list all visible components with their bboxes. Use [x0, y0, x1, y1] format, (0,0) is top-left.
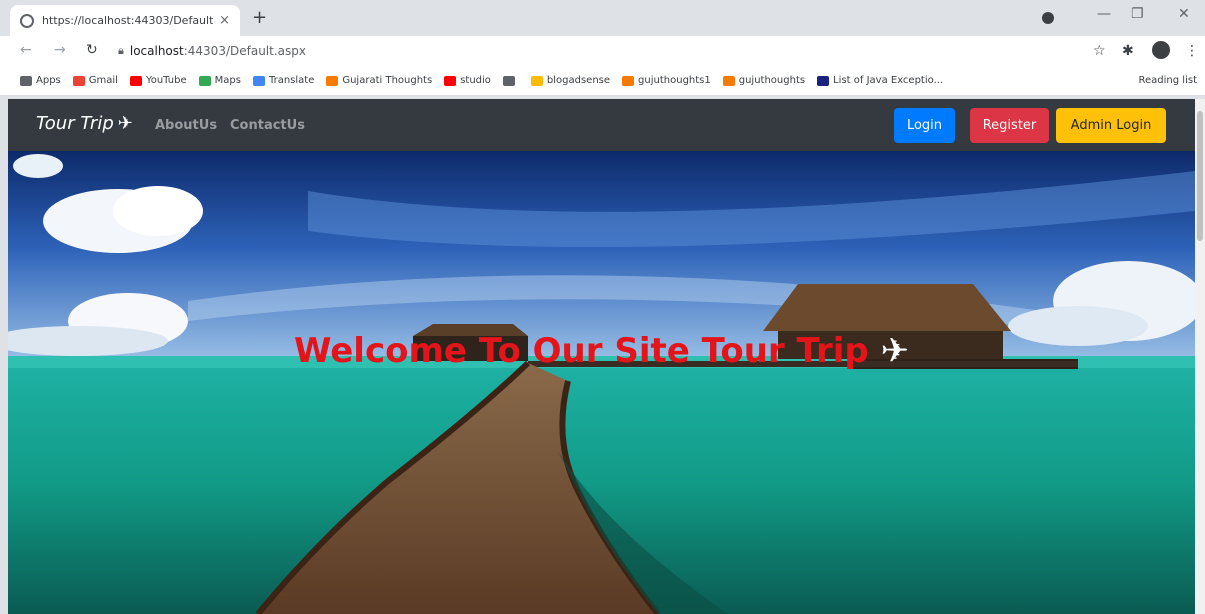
- tab-title: https://localhost:44303/Default.: [42, 14, 214, 27]
- bookmark-item[interactable]: Apps: [20, 75, 61, 86]
- bookmark-label: Gujarati Thoughts: [342, 75, 433, 86]
- airplane-icon: ✈: [880, 331, 910, 371]
- reload-icon[interactable]: ↻: [86, 42, 98, 58]
- airplane-icon: ✈: [117, 113, 133, 134]
- bookmark-icon: [622, 75, 635, 86]
- bookmark-item[interactable]: YouTube: [129, 75, 187, 86]
- bookmark-label: gujuthoughts: [738, 75, 806, 86]
- admin-login-button[interactable]: Admin Login: [1056, 108, 1166, 143]
- hero-title: Welcome To Our Site Tour Trip ✈: [8, 331, 1195, 371]
- bookmark-label: Maps: [214, 75, 241, 86]
- login-button[interactable]: Login: [894, 108, 955, 143]
- bookmark-label: Translate: [268, 75, 315, 86]
- bookmark-label: Apps: [36, 75, 61, 86]
- profile-avatar[interactable]: [1152, 41, 1170, 59]
- hero-background-image: [8, 151, 1195, 614]
- browser-window: https://localhost:44303/Default. × + — ❐…: [0, 0, 1205, 614]
- hero-title-text: Welcome To Our Site Tour Trip: [293, 331, 869, 371]
- bookmark-item[interactable]: blogadsense: [530, 75, 611, 86]
- bookmark-item[interactable]: gujuthoughts1: [622, 75, 711, 86]
- brand-text: Tour Trip: [36, 113, 114, 134]
- bookmark-label: YouTube: [145, 75, 187, 86]
- bookmark-item[interactable]: List of Java Exceptio...: [817, 75, 943, 86]
- bookmark-item[interactable]: Maps: [198, 75, 241, 86]
- bookmark-icon: [198, 75, 211, 86]
- bookmark-icon: [129, 75, 142, 86]
- site-brand[interactable]: Tour Trip ✈: [36, 113, 133, 134]
- star-icon[interactable]: ☆: [1093, 43, 1106, 59]
- browser-tab[interactable]: https://localhost:44303/Default. ×: [10, 5, 240, 36]
- nav-link-contactus[interactable]: ContactUs: [230, 118, 305, 133]
- reading-list-button[interactable]: Reading list: [1139, 75, 1197, 86]
- browser-toolbar: ← → ↻ 🔒︎ localhost :44303/Default.aspx ☆…: [0, 36, 1205, 66]
- bookmark-icon: [530, 75, 543, 86]
- minimize-button[interactable]: —: [1097, 6, 1111, 22]
- close-window-button[interactable]: ✕: [1178, 6, 1190, 22]
- bookmark-item[interactable]: Gujarati Thoughts: [326, 75, 432, 86]
- new-tab-button[interactable]: +: [252, 8, 267, 28]
- bookmark-label: List of Java Exceptio...: [833, 75, 944, 86]
- forward-icon[interactable]: →: [54, 42, 66, 58]
- scrollbar-thumb[interactable]: [1197, 111, 1203, 241]
- lock-icon: 🔒︎: [118, 44, 124, 57]
- bookmark-icon: [444, 75, 457, 86]
- extensions-icon[interactable]: ✱: [1122, 43, 1134, 59]
- nav-link-aboutus[interactable]: AboutUs: [155, 118, 217, 133]
- address-bar[interactable]: 🔒︎ localhost :44303/Default.aspx: [112, 39, 1072, 63]
- bookmark-label: studio: [460, 75, 491, 86]
- bookmark-label: gujuthoughts1: [638, 75, 711, 86]
- bookmark-item[interactable]: [502, 75, 519, 86]
- url-host: localhost: [129, 44, 184, 58]
- bookmark-icon: [20, 75, 32, 86]
- bookmark-item[interactable]: Translate: [252, 75, 315, 86]
- bookmarks-bar: Apps Gmail YouTube Maps Translate Gujarati Th…: [0, 66, 1205, 96]
- bookmark-icon: [72, 75, 85, 86]
- bookmark-icon: [252, 75, 265, 86]
- bookmark-item[interactable]: gujuthoughts: [722, 75, 806, 86]
- bookmark-icon: [817, 75, 830, 86]
- bookmark-item[interactable]: Gmail: [72, 75, 118, 86]
- bookmark-icon: [326, 75, 339, 86]
- record-icon[interactable]: [1042, 12, 1054, 24]
- bookmark-label: Gmail: [88, 75, 118, 86]
- page-scrollbar[interactable]: [1195, 99, 1205, 614]
- globe-icon: [20, 13, 34, 28]
- hero-banner: Welcome To Our Site Tour Trip ✈: [8, 151, 1195, 614]
- close-tab-icon[interactable]: ×: [219, 13, 230, 28]
- bookmark-label: blogadsense: [546, 75, 611, 86]
- page-viewport: Tour Trip ✈ AboutUs ContactUs Login Regis…: [8, 99, 1195, 614]
- bookmark-item[interactable]: studio: [444, 75, 491, 86]
- back-icon[interactable]: ←: [20, 42, 32, 58]
- bookmark-icon: [502, 75, 515, 86]
- site-navbar: Tour Trip ✈ AboutUs ContactUs Login Regis…: [8, 99, 1195, 151]
- bookmark-icon: [722, 75, 735, 86]
- tab-strip: https://localhost:44303/Default. × + — ❐…: [0, 0, 1205, 36]
- menu-icon[interactable]: ⋮: [1185, 43, 1199, 59]
- restore-button[interactable]: ❐: [1131, 6, 1144, 22]
- url-path: :44303/Default.aspx: [183, 44, 306, 58]
- register-button[interactable]: Register: [970, 108, 1049, 143]
